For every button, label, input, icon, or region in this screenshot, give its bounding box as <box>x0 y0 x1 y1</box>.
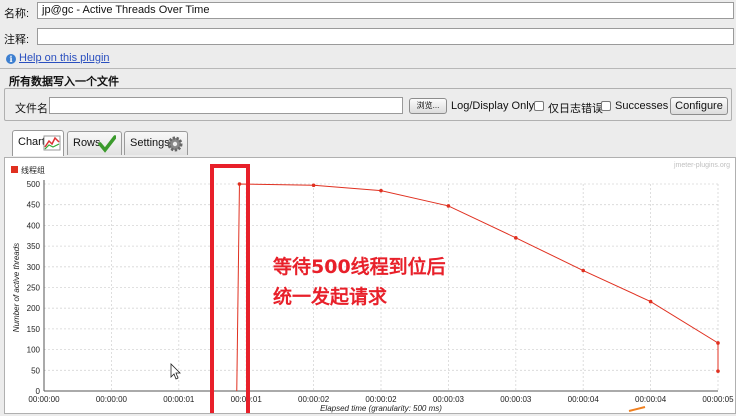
legend-label: 线程组 <box>21 165 45 175</box>
y-tick-label: 400 <box>27 221 41 230</box>
y-tick-label: 100 <box>27 346 41 355</box>
y-tick-label: 250 <box>27 284 41 293</box>
gear-icon <box>167 136 183 152</box>
y-tick-label: 500 <box>27 180 41 189</box>
watermark: jmeter-plugins.org <box>673 162 730 169</box>
data-point <box>379 188 383 193</box>
name-label: 名称: <box>4 8 30 20</box>
divider <box>0 68 736 69</box>
data-point <box>237 182 242 186</box>
data-point <box>648 299 653 304</box>
file-panel: 文件名 浏览... Log/Display Only: 仅日志错误 Succes… <box>4 88 732 121</box>
filename-label: 文件名 <box>15 103 48 115</box>
orange-mark <box>628 406 646 412</box>
chart-panel: jmeter-plugins.org 线程组 0 50 100 150 200 250 300 3… <box>4 157 736 416</box>
comment-field[interactable] <box>37 28 734 45</box>
name-field[interactable]: jp@gc - Active Threads Over Time <box>37 2 734 19</box>
tab-chart[interactable]: Chart <box>12 130 64 156</box>
tab-settings[interactable]: Settings <box>124 131 188 155</box>
x-tick-label: 00:00:01 <box>163 395 195 404</box>
data-point <box>716 341 720 345</box>
annotation-line2: 统一发起请求 <box>273 285 388 308</box>
comment-label: 注释: <box>4 34 30 46</box>
x-tick-label: 00:00:00 <box>96 395 128 404</box>
successes-checkbox[interactable] <box>601 101 611 111</box>
y-tick-label: 150 <box>27 325 41 334</box>
active-threads-chart: jmeter-plugins.org线程组0501001502002503003… <box>11 162 734 416</box>
y-tick-label: 50 <box>31 366 40 375</box>
x-tick-label: 00:00:03 <box>500 395 532 404</box>
x-axis-label: Elapsed time (granularity: 500 ms) <box>320 404 442 413</box>
errors-only-label: 仅日志错误 <box>548 103 603 115</box>
y-tick-label: 350 <box>27 242 41 251</box>
y-axis-label: Number of active threads <box>12 243 21 332</box>
chart-icon <box>43 135 61 151</box>
legend-swatch <box>11 166 18 173</box>
x-tick-label: 00:00:05 <box>702 395 734 404</box>
successes-label: Successes <box>615 100 669 112</box>
y-tick-label: 450 <box>27 201 41 210</box>
file-section-title: 所有数据写入一个文件 <box>9 76 119 88</box>
data-point <box>716 369 720 373</box>
browse-button[interactable]: 浏览... <box>409 98 447 114</box>
help-link[interactable]: Help on this plugin <box>19 52 110 64</box>
x-tick-label: 00:00:02 <box>365 395 397 404</box>
data-point <box>311 183 316 188</box>
filename-input[interactable] <box>49 97 403 114</box>
x-tick-label: 00:00:02 <box>298 395 330 404</box>
highlight-box <box>210 164 250 416</box>
x-tick-label: 00:00:00 <box>28 395 60 404</box>
data-point <box>581 268 585 273</box>
configure-button[interactable]: Configure <box>670 97 728 115</box>
y-tick-label: 300 <box>27 263 41 272</box>
data-point <box>446 204 451 208</box>
checkmark-icon <box>98 135 116 153</box>
x-tick-label: 00:00:03 <box>433 395 465 404</box>
tab-rows[interactable]: Rows <box>67 131 122 155</box>
tab-chart-label: Chart <box>18 136 45 148</box>
log-display-label: Log/Display Only: <box>451 100 538 112</box>
x-tick-label: 00:00:04 <box>568 395 600 404</box>
info-icon: i <box>6 54 16 64</box>
y-tick-label: 200 <box>27 304 41 313</box>
errors-only-checkbox[interactable] <box>534 101 544 111</box>
tab-settings-label: Settings <box>130 137 170 149</box>
tab-rows-label: Rows <box>73 137 101 149</box>
annotation-line1: 等待500线程到位后 <box>272 255 446 278</box>
x-tick-label: 00:00:04 <box>635 395 667 404</box>
data-point <box>514 236 518 240</box>
